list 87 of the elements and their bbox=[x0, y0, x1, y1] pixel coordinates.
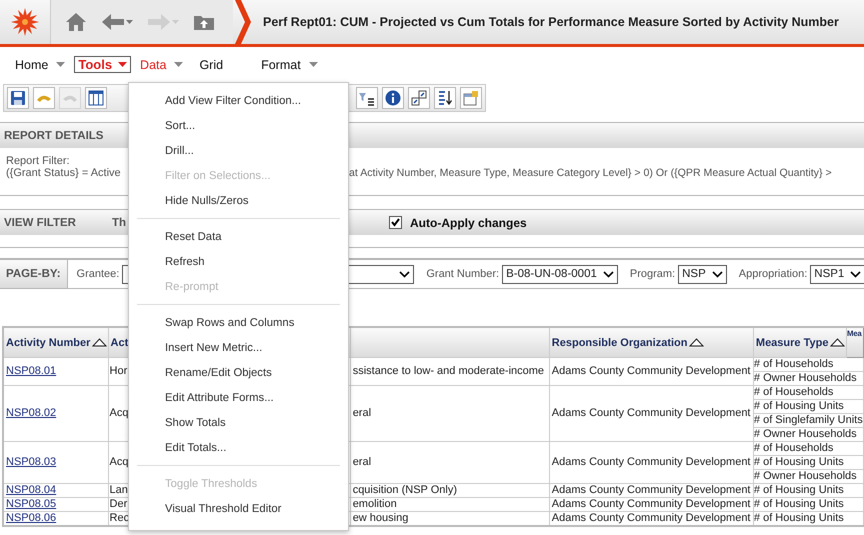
toolbar-button[interactable] bbox=[434, 87, 456, 109]
selector-label: Grantee: bbox=[76, 268, 120, 280]
column-header[interactable]: Measure Type bbox=[753, 327, 846, 358]
window-title: Perf Rept01: CUM - Projected vs Cum Totals for Performance Measure Sorted by Activity Number bbox=[263, 15, 839, 29]
menu-option[interactable]: Show Totals bbox=[129, 410, 348, 435]
home-icon bbox=[65, 12, 87, 32]
toolbar-button[interactable] bbox=[7, 87, 29, 109]
selector-label: Grant Number: bbox=[426, 268, 500, 280]
column-header[interactable]: Responsible Organization bbox=[549, 327, 754, 358]
nav-button[interactable] bbox=[193, 13, 215, 31]
caret-icon bbox=[174, 62, 184, 67]
toolbar-button[interactable] bbox=[382, 87, 404, 109]
save-icon bbox=[10, 90, 26, 106]
menu-item[interactable]: Tools bbox=[74, 56, 132, 73]
forward-arrow-icon bbox=[147, 13, 171, 31]
caret-icon bbox=[308, 62, 318, 67]
checkbox-label: Auto-Apply changes bbox=[410, 216, 527, 230]
activity-link[interactable]: NSP08.05 bbox=[6, 498, 56, 510]
nav-button[interactable] bbox=[101, 13, 133, 31]
activity-link[interactable]: NSP08.01 bbox=[6, 365, 56, 377]
info-icon bbox=[385, 90, 401, 106]
table-cell: eral bbox=[350, 442, 550, 484]
sort-triangle-icon[interactable] bbox=[92, 338, 108, 348]
sort-triangle-icon[interactable] bbox=[689, 338, 704, 348]
section-title: REPORT DETAILS bbox=[4, 130, 104, 142]
table-cell: Adams County Community Development bbox=[549, 386, 754, 442]
caret-icon bbox=[126, 20, 133, 24]
menu-item[interactable]: Grid bbox=[192, 58, 230, 72]
page-by-label: PAGE-BY: bbox=[0, 260, 68, 288]
filter-text: at Activity Number, Measure Type, Measure Category Level} > 0) Or ({QPR Measure Actual Quantity} > bbox=[349, 167, 832, 179]
table-cell: Adams County Community Development bbox=[549, 442, 754, 484]
caret-icon bbox=[118, 62, 128, 67]
activity-link[interactable]: NSP08.02 bbox=[6, 407, 56, 419]
filter-text: ({Grant Status} = Active bbox=[6, 167, 121, 179]
activity-link[interactable]: NSP08.03 bbox=[6, 456, 56, 468]
sort-icon bbox=[437, 90, 453, 106]
table-cell: cquisition (NSP Only) bbox=[350, 484, 550, 498]
back-arrow-icon bbox=[101, 13, 125, 31]
activity-link[interactable]: NSP08.04 bbox=[6, 484, 56, 496]
folder-up-icon bbox=[193, 13, 215, 31]
menu-item[interactable]: Data bbox=[133, 58, 190, 72]
chevron-down-icon bbox=[399, 270, 410, 278]
sort-triangle-icon[interactable] bbox=[830, 338, 846, 348]
table-cell: ssistance to low- and moderate-income bbox=[350, 358, 550, 386]
chevron-down-icon bbox=[850, 270, 862, 278]
dropdown-field[interactable]: NSP1 bbox=[810, 264, 864, 284]
menu-option[interactable]: Reset Data bbox=[129, 224, 348, 249]
table-cell: Adams County Community Development bbox=[549, 512, 754, 526]
section-title: VIEW FILTER bbox=[4, 216, 77, 228]
resize-icon bbox=[411, 90, 427, 106]
menu-option[interactable]: Hide Nulls/Zeros bbox=[129, 188, 348, 213]
toolbar-button[interactable] bbox=[356, 87, 378, 109]
chevron-down-icon bbox=[712, 270, 723, 278]
view-filter-text: Th bbox=[112, 216, 128, 228]
chevron-down-icon bbox=[602, 270, 614, 278]
activity-link[interactable]: NSP08.06 bbox=[6, 512, 56, 524]
table-cell: Adams County Community Development bbox=[549, 498, 754, 512]
dropdown-field[interactable]: B-08-UN-08-0001 bbox=[502, 264, 618, 284]
nav-button[interactable] bbox=[65, 12, 87, 32]
table-cell: Adams County Community Development bbox=[549, 358, 754, 386]
selector-label: Program: bbox=[630, 268, 676, 280]
menu-option[interactable]: Swap Rows and Columns bbox=[129, 310, 348, 335]
menu-option[interactable]: Insert New Metric... bbox=[129, 335, 348, 360]
logo-icon[interactable] bbox=[11, 8, 39, 36]
properties-icon bbox=[463, 90, 479, 106]
menu-option[interactable]: Edit Attribute Forms... bbox=[129, 385, 348, 410]
grid-icon bbox=[88, 90, 104, 106]
caret-icon bbox=[56, 62, 66, 67]
menu-item[interactable]: Format bbox=[254, 58, 325, 72]
toolbar-button[interactable] bbox=[408, 87, 430, 109]
filter-icon bbox=[359, 90, 375, 106]
table-cell: eral bbox=[350, 386, 550, 442]
menu-option[interactable]: Add View Filter Condition... bbox=[129, 88, 348, 113]
menu-option[interactable]: Refresh bbox=[129, 249, 348, 274]
table-cell: emolition bbox=[350, 498, 550, 512]
menu-option[interactable]: Sort... bbox=[129, 113, 348, 138]
menu-option[interactable]: Drill... bbox=[129, 138, 348, 163]
column-header[interactable]: Activity Number bbox=[3, 327, 108, 358]
menu-option[interactable]: Rename/Edit Objects bbox=[129, 360, 348, 385]
table-cell: Adams County Community Development bbox=[549, 484, 754, 498]
filter-label: Report Filter: bbox=[6, 155, 71, 167]
checkbox[interactable] bbox=[389, 216, 402, 229]
toolbar-button[interactable] bbox=[85, 87, 107, 109]
table-cell: ew housing bbox=[350, 512, 550, 526]
dropdown-field[interactable]: NSP bbox=[678, 264, 727, 284]
menu-item[interactable]: Home bbox=[8, 58, 72, 72]
selector-label: Appropriation: bbox=[738, 268, 808, 280]
